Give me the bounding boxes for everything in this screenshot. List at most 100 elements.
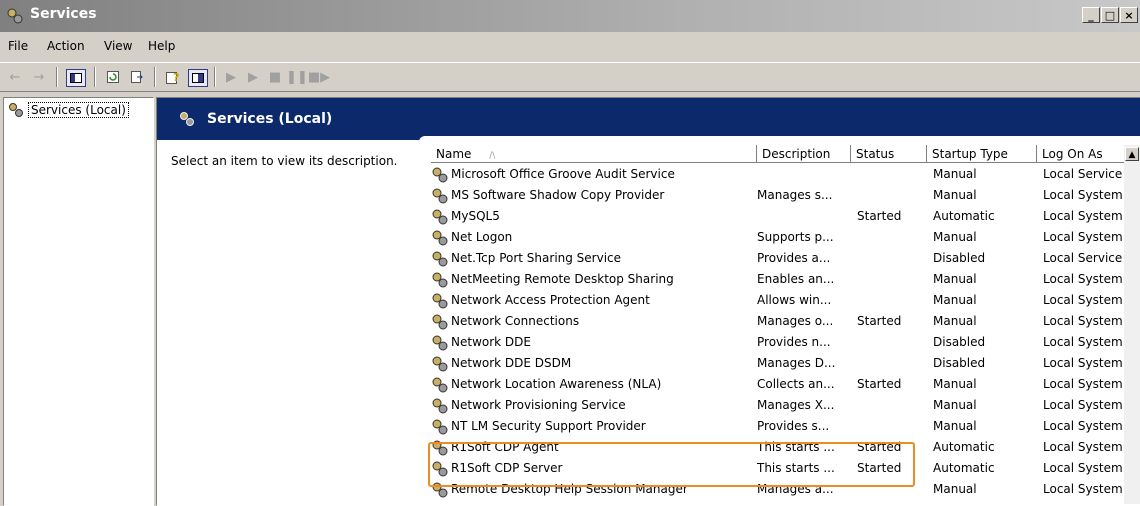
maximize-button[interactable]: □ <box>1101 7 1119 23</box>
menu-bar: File Action View Help <box>0 36 1140 58</box>
menu-file[interactable]: File <box>8 39 28 53</box>
service-gear-icon <box>432 377 448 393</box>
column-header-status[interactable]: Status <box>851 145 927 163</box>
service-gear-icon <box>432 398 448 414</box>
start-service-alt-icon[interactable]: ▶ <box>244 69 262 85</box>
title-bar: Services _ □ × <box>0 0 1140 32</box>
pane-header: Services (Local) <box>157 98 1140 140</box>
window-controls: _ □ × <box>1082 7 1138 23</box>
table-row[interactable]: Network Location Awareness (NLA) Collects… <box>431 375 1131 395</box>
window-title: Services <box>30 6 97 22</box>
tree-item-services-local[interactable]: Services (Local) <box>8 102 129 118</box>
services-gear-icon <box>7 8 23 24</box>
forward-icon[interactable]: → <box>30 69 48 85</box>
table-row[interactable]: NetMeeting Remote Desktop Sharing Enables… <box>431 270 1131 290</box>
svg-text:?: ? <box>173 71 179 84</box>
vertical-scrollbar[interactable] <box>1124 145 1140 504</box>
cell-log-on-as: Local System <box>1043 482 1123 496</box>
toolbar-separator <box>94 67 96 87</box>
table-row[interactable]: Network DDE DSDM Manages D... Disabled Loca… <box>431 354 1131 374</box>
services-gear-icon <box>180 112 194 126</box>
cell-log-on-as: Local System <box>1043 335 1123 349</box>
cell-log-on-as: Local System <box>1043 377 1123 391</box>
cell-description: Manages D... <box>757 356 836 370</box>
service-gear-icon <box>432 335 448 351</box>
scroll-up-icon[interactable]: ▲ <box>1125 147 1139 161</box>
column-header-name[interactable]: Name /\ <box>431 145 757 163</box>
column-header-description[interactable]: Description <box>757 145 851 163</box>
cell-startup-type: Manual <box>933 272 977 286</box>
start-service-icon[interactable]: ▶ <box>222 69 240 85</box>
help-icon[interactable]: ? <box>164 69 182 85</box>
menu-help[interactable]: Help <box>148 39 175 53</box>
cell-startup-type: Manual <box>933 419 977 433</box>
cell-startup-type: Manual <box>933 314 977 328</box>
toolbar-separator <box>56 67 58 87</box>
cell-name: MS Software Shadow Copy Provider <box>451 188 665 202</box>
cell-startup-type: Disabled <box>933 335 986 349</box>
cell-status: Started <box>857 377 902 391</box>
menu-action[interactable]: Action <box>47 39 85 53</box>
table-row[interactable]: MySQL5 Started Automatic Local System <box>431 207 1131 227</box>
cell-startup-type: Manual <box>933 398 977 412</box>
description-text: Select an item to view its description. <box>171 154 398 168</box>
toolbar-separator <box>214 67 216 87</box>
service-gear-icon <box>432 251 448 267</box>
cell-description: Manages o... <box>757 314 834 328</box>
minimize-button[interactable]: _ <box>1082 7 1100 23</box>
back-icon[interactable]: ← <box>6 69 24 85</box>
cell-startup-type: Manual <box>933 482 977 496</box>
cell-description: Provides s... <box>757 419 830 433</box>
cell-name: Network Location Awareness (NLA) <box>451 377 662 391</box>
cell-startup-type: Automatic <box>933 440 995 454</box>
toolbar-separator <box>154 67 156 87</box>
menu-view[interactable]: View <box>104 39 132 53</box>
table-row[interactable]: Network Access Protection Agent Allows wi… <box>431 291 1131 311</box>
cell-description: Manages s... <box>757 188 833 202</box>
refresh-icon[interactable] <box>104 69 122 85</box>
cell-startup-type: Disabled <box>933 356 986 370</box>
cell-description: Manages X... <box>757 398 835 412</box>
cell-name: Network DDE <box>451 335 531 349</box>
close-button[interactable]: × <box>1120 7 1138 23</box>
cell-name: Microsoft Office Groove Audit Service <box>451 167 675 181</box>
console-tree: Services (Local) <box>3 97 154 506</box>
cell-name: Network Provisioning Service <box>451 398 626 412</box>
column-header-startup-type[interactable]: Startup Type <box>927 145 1037 163</box>
pane-title: Services (Local) <box>207 111 333 127</box>
highlight-box <box>428 442 915 487</box>
table-row[interactable]: MS Software Shadow Copy Provider Manages … <box>431 186 1131 206</box>
cell-name: MySQL5 <box>451 209 500 223</box>
table-row[interactable]: Network DDE Provides n... Disabled Local Sy… <box>431 333 1131 353</box>
cell-startup-type: Automatic <box>933 461 995 475</box>
table-row[interactable]: Network Provisioning Service Manages X...… <box>431 396 1131 416</box>
toolbar: ← → ? ▶ ▶ ■ ❚❚ ■▶ <box>0 62 1140 92</box>
service-gear-icon <box>432 314 448 330</box>
services-gear-icon <box>9 103 23 117</box>
table-row[interactable]: Network Connections Manages o... Started Ma… <box>431 312 1131 332</box>
export-list-icon[interactable] <box>128 69 146 85</box>
cell-log-on-as: Local System <box>1043 419 1123 433</box>
show-hide-tree-icon[interactable] <box>66 69 86 87</box>
column-name-label: Name <box>436 147 472 161</box>
table-row[interactable]: Net Logon Supports p... Manual Local System <box>431 228 1131 248</box>
cell-log-on-as: Local Service <box>1043 167 1123 181</box>
service-gear-icon <box>432 188 448 204</box>
table-row[interactable]: Net.Tcp Port Sharing Service Provides a..… <box>431 249 1131 269</box>
stop-service-icon[interactable]: ■ <box>266 69 284 85</box>
cell-name: Net.Tcp Port Sharing Service <box>451 251 622 265</box>
restart-service-icon[interactable]: ■▶ <box>308 69 330 85</box>
cell-startup-type: Manual <box>933 188 977 202</box>
service-gear-icon <box>432 272 448 288</box>
table-row[interactable]: NT LM Security Support Provider Provides … <box>431 417 1131 437</box>
cell-startup-type: Manual <box>933 377 977 391</box>
cell-log-on-as: Local System <box>1043 230 1123 244</box>
table-row[interactable]: Microsoft Office Groove Audit Service Man… <box>431 165 1131 185</box>
cell-log-on-as: Local System <box>1043 314 1123 328</box>
cell-name: Network Access Protection Agent <box>451 293 650 307</box>
pause-service-icon[interactable]: ❚❚ <box>286 69 308 85</box>
cell-name: NetMeeting Remote Desktop Sharing <box>451 272 674 286</box>
properties-icon[interactable] <box>188 69 208 87</box>
cell-description: Collects an... <box>757 377 835 391</box>
column-header-log-on-as[interactable]: Log On As <box>1037 145 1125 163</box>
